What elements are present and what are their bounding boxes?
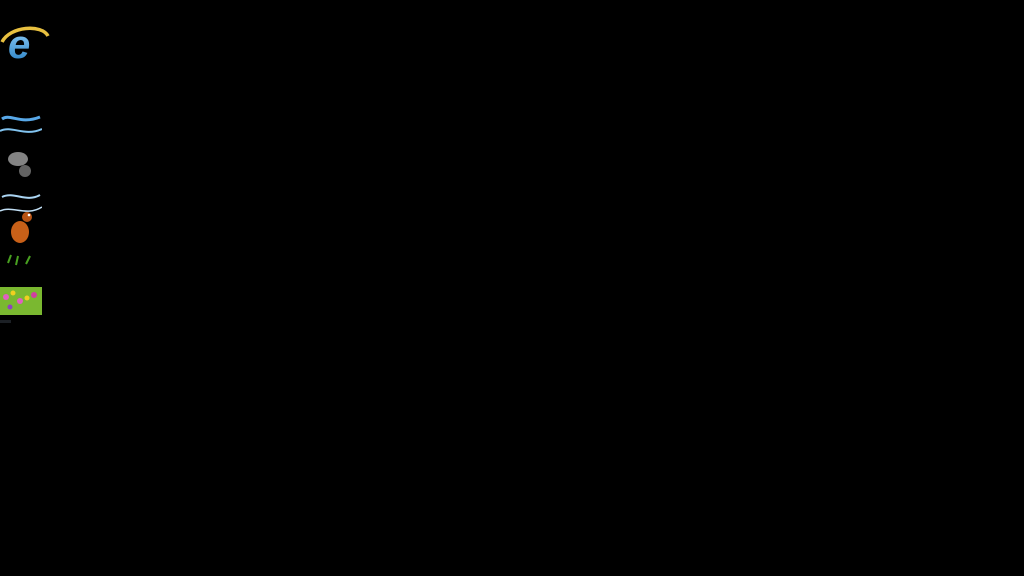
- internet-explorer-label: Internet Exr: [0, 75, 1024, 111]
- calendar-gadget[interactable]: 0 Sa 4 11 18 25 2 9: [0, 433, 1024, 576]
- desktop-root: msi W e Internet Exr: [0, 0, 1024, 576]
- calendar-date: 25: [0, 523, 1024, 541]
- calendar-date-dim: 9: [0, 559, 1024, 576]
- overlay-minimize-button[interactable]: [0, 320, 26, 346]
- close-icon: ✕: [0, 348, 13, 365]
- internet-explorer-desktop-icon[interactable]: e: [0, 18, 1024, 75]
- sync-arrows-icon[interactable]: ⇅: [0, 413, 1024, 433]
- calendar-date-dim: 2: [0, 541, 1024, 559]
- calendar-date: 11: [0, 487, 1024, 505]
- calendar-big-date: 0: [0, 433, 1024, 451]
- calendar-day-header: Sa: [0, 451, 1024, 469]
- desktop-msi-brand-text: msi W: [0, 0, 1024, 18]
- windows-live-label: ws Live Cll: [0, 377, 1024, 413]
- overlay-close-button[interactable]: ✕: [0, 346, 31, 377]
- calendar-date: 4: [0, 469, 1024, 487]
- minimize-icon: [0, 320, 11, 323]
- calendar-date: 18: [0, 505, 1024, 523]
- background-drawing-canvas: [0, 111, 1024, 320]
